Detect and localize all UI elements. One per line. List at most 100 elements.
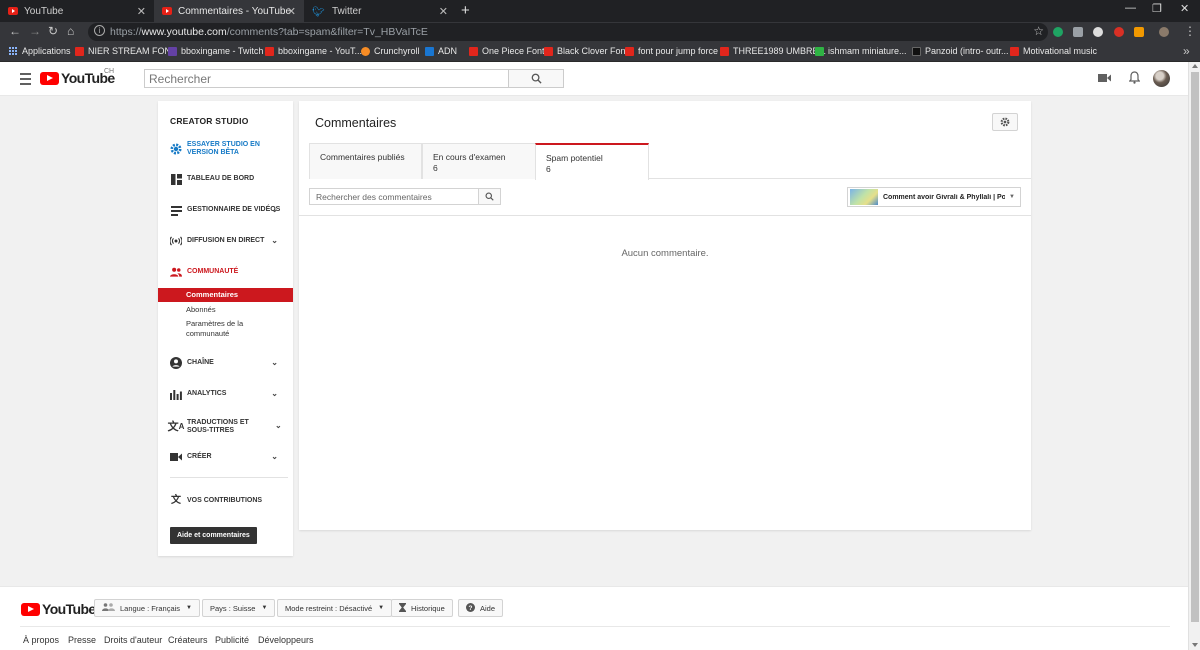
sidebar-item-live[interactable]: DIFFUSION EN DIRECT ⌄ — [170, 235, 288, 247]
settings-button[interactable] — [992, 113, 1018, 131]
live-broadcast-icon — [170, 235, 182, 247]
bookmark-item[interactable]: bboxingame - YouT... — [265, 46, 362, 56]
font-icon — [469, 46, 478, 56]
sidebar-title: CREATOR STUDIO — [170, 116, 249, 126]
tab-spam[interactable]: Spam potentiel 6 — [535, 143, 649, 180]
close-window-icon[interactable]: ✕ — [1180, 2, 1189, 15]
video-filter-select[interactable]: Comment avoir Givrali & Phyllali | Poke.… — [847, 187, 1021, 207]
page-scrollbar[interactable] — [1188, 62, 1200, 650]
extension-icon[interactable] — [1093, 27, 1103, 37]
analytics-bars-icon — [170, 388, 182, 400]
search-icon — [531, 73, 542, 84]
extension-badge-icon[interactable] — [1114, 27, 1124, 37]
chevron-down-icon[interactable]: ⌄ — [275, 421, 282, 430]
scroll-up-arrow-icon[interactable] — [1192, 64, 1198, 68]
minimize-icon[interactable]: — — [1125, 2, 1136, 14]
bookmark-item[interactable]: bboxingame - Twitch — [168, 46, 263, 56]
bookmark-item[interactable]: Motivational music — [1010, 46, 1097, 56]
history-button[interactable]: Historique — [391, 599, 453, 617]
sidebar-subitem-community-settings[interactable]: Paramètres de la communauté — [186, 319, 256, 339]
menu-dots-icon[interactable]: ⋮ — [1184, 24, 1196, 38]
back-icon[interactable]: ← — [9, 24, 21, 38]
site-info-icon[interactable]: i — [94, 25, 105, 36]
profile-avatar-icon[interactable] — [1159, 27, 1169, 37]
comment-search-button[interactable] — [479, 188, 501, 205]
sidebar-item-channel[interactable]: CHAÎNE ⌄ — [170, 357, 288, 369]
footer-link-developers[interactable]: Développeurs — [258, 635, 314, 645]
chevron-down-icon: ⌄ — [271, 205, 278, 214]
empty-state-message: Aucun commentaire. — [621, 248, 709, 259]
bookmark-applications[interactable]: Applications — [9, 46, 71, 56]
restricted-mode-button[interactable]: Mode restreint : Désactivé ▼ — [277, 599, 393, 617]
youtube-icon — [162, 7, 172, 15]
video-camera-icon — [170, 451, 182, 463]
video-thumbnail — [850, 189, 878, 205]
sidebar-subitem-subscribers[interactable]: Abonnés — [186, 305, 216, 315]
help-feedback-button[interactable]: Aide et commentaires — [170, 527, 257, 544]
scroll-down-arrow-icon[interactable] — [1192, 643, 1198, 647]
help-button[interactable]: ? Aide — [458, 599, 504, 617]
new-tab-icon[interactable]: + — [461, 2, 470, 19]
menu-icon[interactable] — [20, 73, 31, 88]
reload-icon[interactable]: ↻ — [48, 24, 58, 38]
footer-link-press[interactable]: Presse — [68, 635, 96, 645]
chevron-down-icon: ⌄ — [271, 389, 278, 398]
bookmark-item[interactable]: NIER STREAM FONT — [75, 46, 177, 56]
footer-link-advertise[interactable]: Publicité — [215, 635, 249, 645]
browser-tab-commentaires[interactable]: Commentaires - YouTube ✕ — [154, 0, 304, 22]
sidebar-subitem-comments[interactable]: Commentaires — [158, 288, 293, 302]
sidebar-item-community[interactable]: COMMUNAUTÉ — [170, 266, 288, 278]
font-icon — [75, 46, 84, 56]
home-icon[interactable]: ⌂ — [67, 24, 74, 38]
bookmark-item[interactable]: Crunchyroll — [361, 46, 420, 56]
search-input[interactable] — [145, 70, 508, 87]
search-button[interactable] — [509, 69, 564, 88]
bookmark-item[interactable]: ADN — [425, 46, 457, 56]
extension-download-icon[interactable] — [1073, 27, 1083, 37]
twitch-icon — [168, 46, 177, 56]
browser-tab-twitter[interactable]: 🐦︎ Twitter ✕ — [304, 0, 456, 22]
bookmark-star-icon[interactable]: ☆ — [1033, 24, 1044, 38]
sidebar-item-analytics[interactable]: ANALYTICS ⌄ — [170, 388, 288, 400]
comment-search-input[interactable] — [310, 189, 478, 205]
sidebar-item-translations[interactable]: 文A TRADUCTIONS ET SOUS-TITRES — [168, 419, 258, 435]
bookmark-item[interactable]: Black Clover Font — [544, 46, 628, 56]
browser-tab-youtube[interactable]: YouTube ✕ — [0, 0, 154, 22]
forward-icon[interactable]: → — [29, 24, 41, 38]
language-button[interactable]: Langue : Français ▼ — [94, 599, 200, 617]
sidebar-item-beta[interactable]: ESSAYER STUDIO EN VERSION BÊTA — [170, 141, 288, 157]
tab-published[interactable]: Commentaires publiés — [309, 143, 422, 179]
scrollbar-thumb[interactable] — [1191, 72, 1199, 622]
bookmarks-overflow-icon[interactable]: » — [1183, 44, 1190, 58]
sidebar-item-video-manager[interactable]: GESTIONNAIRE DE VIDÉOS ⌄ — [170, 204, 288, 216]
youtube-play-icon — [40, 71, 59, 85]
panzoid-icon — [912, 46, 921, 56]
country-button[interactable]: Pays : Suisse ▼ — [202, 599, 276, 617]
crunchyroll-icon — [361, 46, 370, 56]
avatar[interactable] — [1153, 70, 1170, 87]
extension-shield-icon[interactable] — [1053, 27, 1063, 37]
footer-link-about[interactable]: À propos — [23, 635, 59, 645]
close-icon[interactable]: ✕ — [287, 5, 296, 18]
bookmark-item[interactable]: One Piece Font — [469, 46, 545, 56]
footer-youtube-logo[interactable]: YouTube — [21, 601, 96, 617]
url-bar[interactable]: i https://www.youtube.com/comments?tab=s… — [88, 23, 1048, 41]
sidebar-item-create[interactable]: CRÉER ⌄ — [170, 451, 288, 463]
bookmark-item[interactable]: THREE1989 UMBRE... — [720, 46, 826, 56]
notifications-bell-icon[interactable] — [1128, 71, 1141, 87]
upload-video-icon[interactable] — [1098, 72, 1111, 86]
sidebar-item-dashboard[interactable]: TABLEAU DE BORD — [170, 173, 288, 185]
bookmark-item[interactable]: ishmam miniature... — [815, 46, 907, 56]
footer-link-copyright[interactable]: Droits d'auteur — [104, 635, 162, 645]
restore-icon[interactable]: ❐ — [1152, 2, 1162, 15]
footer-link-creators[interactable]: Créateurs — [168, 635, 208, 645]
close-icon[interactable]: ✕ — [137, 5, 146, 18]
sidebar-item-contributions[interactable]: 文 VOS CONTRIBUTIONS — [170, 495, 288, 507]
tab-title: YouTube — [24, 5, 64, 17]
tab-in-review[interactable]: En cours d'examen 6 — [422, 143, 536, 179]
bookmark-item[interactable]: font pour jump force — [625, 46, 718, 56]
close-icon[interactable]: ✕ — [439, 5, 448, 18]
bookmark-item[interactable]: Panzoid (intro- outr... — [912, 46, 1009, 56]
gear-icon — [1000, 117, 1010, 127]
extension-icon[interactable] — [1134, 27, 1144, 37]
